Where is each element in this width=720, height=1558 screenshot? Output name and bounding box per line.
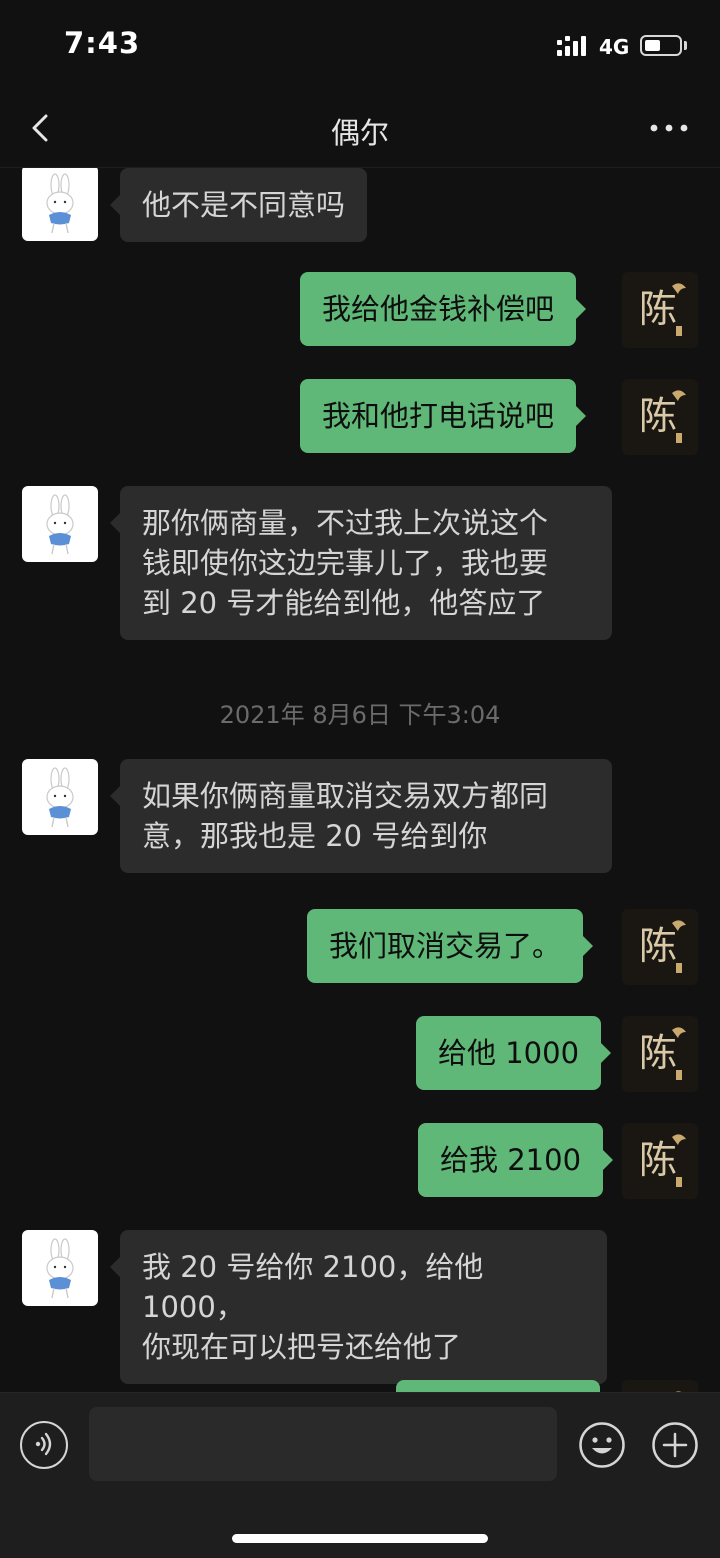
more-horizontal-icon[interactable] [646,110,692,146]
avatar-char: 陈 [639,1031,677,1075]
bunny-avatar-icon [46,767,74,828]
message-row-incoming: 那你俩商量，不过我上次说这个 钱即使你这边完事儿了，我也要 到 20 号才能给到… [0,486,720,648]
home-indicator [232,1534,488,1543]
message-row-outgoing: 我和他打电话说吧 陈 [0,379,720,455]
time-divider: 2021年 8月6日 下午3:04 [219,701,501,729]
bunny-avatar-icon [46,494,74,555]
my-avatar[interactable]: 陈 [622,1016,698,1092]
message-bubble[interactable]: 我们取消交易了。 [307,909,594,983]
avatar-char: 陈 [639,1138,677,1182]
message-row-incoming: 如果你俩商量取消交易双方都同 意，那我也是 20 号给到你 [0,759,720,879]
calligraphy-avatar-icon: 陈 [622,1016,698,1092]
message-bubble[interactable] [396,1380,600,1392]
message-row-outgoing: 我给他金钱补偿吧 陈 [0,272,720,348]
avatar-char: 陈 [639,287,677,331]
message-bubble[interactable]: 我 20 号给你 2100，给他 1000， 你现在可以把号还给他了 [110,1230,607,1384]
status-time: 7:43 [64,26,141,60]
signal-icon [557,36,586,56]
calligraphy-avatar-icon: 陈 [622,1123,698,1199]
message-row-incoming: 他不是不同意吗 [0,168,720,248]
message-row-incoming: 我 20 号给你 2100，给他 1000， 你现在可以把号还给他了 [0,1230,720,1384]
message-list[interactable]: 他不是不同意吗 我给他金钱补偿吧 陈 我和他打电话说吧 陈 那你俩商量，不过我上… [0,168,720,1392]
my-avatar[interactable]: 陈 [622,909,698,985]
message-bubble[interactable]: 他不是不同意吗 [109,168,368,242]
emoji-icon[interactable] [578,1421,626,1469]
calligraphy-avatar-icon: 陈 [622,1380,698,1392]
message-row-outgoing: 给他 1000 陈 [0,1016,720,1092]
my-avatar[interactable]: 陈 [622,1380,698,1392]
calligraphy-avatar-icon: 陈 [622,909,698,985]
message-bubble[interactable]: 给他 1000 [416,1016,612,1090]
calligraphy-avatar-icon: 陈 [622,379,698,455]
contact-avatar[interactable] [22,486,98,562]
battery-cap [684,41,687,50]
my-avatar[interactable]: 陈 [622,272,698,348]
bunny-avatar-icon [46,173,74,234]
contact-avatar[interactable] [22,1230,98,1306]
message-bubble[interactable]: 我给他金钱补偿吧 [300,272,587,346]
message-row-outgoing: 给我 2100 陈 [0,1123,720,1199]
message-bubble[interactable]: 我和他打电话说吧 [300,379,587,453]
contact-avatar[interactable] [22,759,98,835]
message-bubble[interactable]: 那你俩商量，不过我上次说这个 钱即使你这边完事儿了，我也要 到 20 号才能给到… [110,486,612,640]
calligraphy-avatar-icon: 陈 [622,272,698,348]
message-bubble[interactable]: 如果你俩商量取消交易双方都同 意，那我也是 20 号给到你 [110,759,612,873]
message-input[interactable] [89,1407,557,1481]
message-bubble[interactable]: 给我 2100 [418,1123,614,1197]
voice-wave-icon [35,1432,52,1456]
network-type: 4G [599,35,630,59]
my-avatar[interactable]: 陈 [622,1123,698,1199]
bunny-avatar-icon [46,1238,74,1299]
avatar-char: 陈 [639,394,677,438]
plus-circle-icon[interactable] [651,1421,699,1469]
voice-icon[interactable] [20,1421,68,1469]
status-bar: 7:43 4G [0,0,720,90]
battery-level [645,40,660,51]
contact-avatar[interactable] [22,168,98,241]
my-avatar[interactable]: 陈 [622,379,698,455]
input-bar [0,1392,720,1558]
message-row-outgoing: 我们取消交易了。 陈 [0,909,720,985]
nav-bar: 偶尔 [0,90,720,168]
avatar-char: 陈 [639,924,677,968]
message-row-outgoing: 陈 [0,1380,720,1392]
battery-icon [640,35,682,56]
chat-title: 偶尔 [330,116,389,150]
